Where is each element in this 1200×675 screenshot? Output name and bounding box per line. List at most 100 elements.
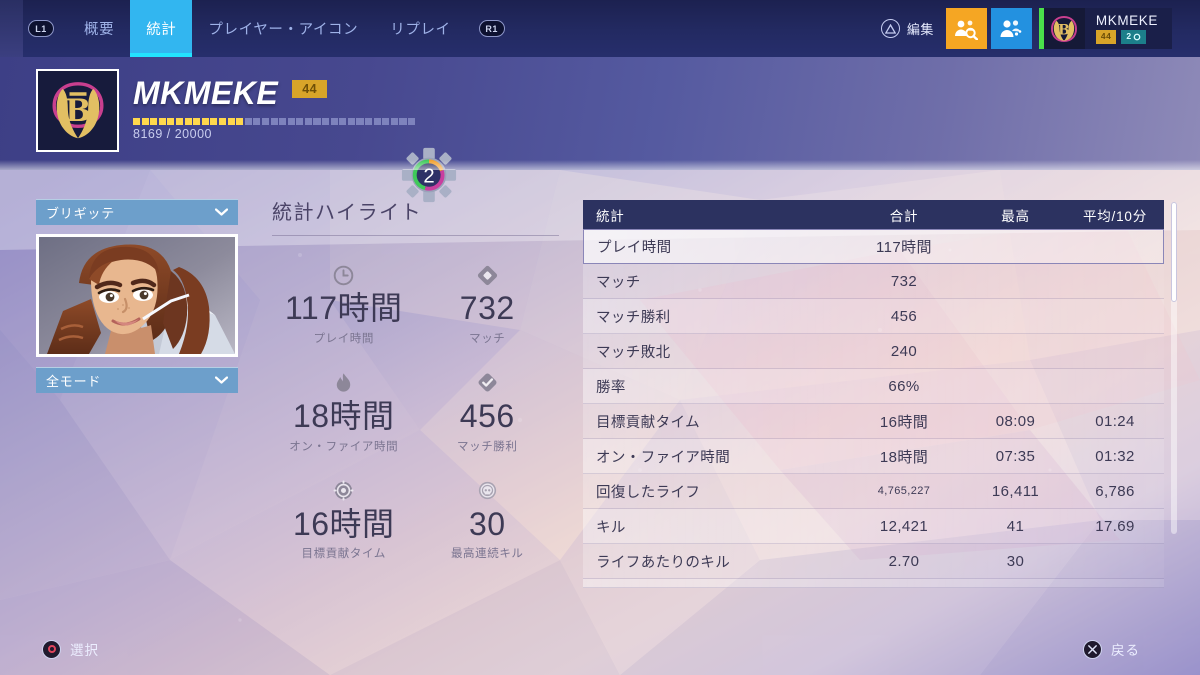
player-card[interactable]: B MKMEKE 44 2 xyxy=(1043,8,1172,49)
player-avatar[interactable]: B xyxy=(36,69,119,152)
diamond-icon xyxy=(476,262,499,288)
stat-highlights-grid: 117時間 プレイ時間 732 マッチ 18時間 オン・ファイア時間 456 マ… xyxy=(272,262,559,561)
table-cell-total: 732 xyxy=(890,272,918,290)
tab-overview[interactable]: 概要 xyxy=(68,0,130,57)
tab-statistics[interactable]: 統計 xyxy=(130,0,193,57)
xp-segment xyxy=(365,118,373,125)
checkmark-icon xyxy=(476,370,499,396)
back-control[interactable]: 戻る xyxy=(1083,639,1140,659)
xp-segment xyxy=(347,118,355,125)
xp-bar xyxy=(133,118,416,125)
table-cell-stat: ライフあたりのキル xyxy=(596,554,731,571)
player-card-info: MKMEKE 44 2 xyxy=(1095,13,1158,44)
select-control[interactable]: 選択 xyxy=(42,639,99,659)
table-cell-best: 30 xyxy=(1006,552,1025,570)
table-cell-total: 4,765,227 xyxy=(877,485,931,497)
xp-segment xyxy=(279,118,287,125)
highlight-value: 117時間 xyxy=(284,290,403,326)
xp-segment xyxy=(373,118,381,125)
nav-actions: 編集 B MKMEKE 44 2 xyxy=(880,0,1172,57)
table-cell-total: 12,421 xyxy=(879,517,929,535)
bastion-emblem-icon: B xyxy=(1043,8,1085,49)
table-scrollbar[interactable] xyxy=(1171,202,1177,534)
player-banner: B MKMEKE 44 8169 / 20000 2 xyxy=(0,57,1200,203)
highlight-label: マッチ xyxy=(469,332,506,345)
group-add-icon[interactable] xyxy=(990,8,1032,49)
xp-segment xyxy=(390,118,398,125)
highlight-label: 最高連続キル xyxy=(450,548,524,561)
xp-segment xyxy=(133,118,141,125)
highlight-on-fire-time: 18時間 オン・ファイア時間 xyxy=(272,370,416,454)
highlight-label: プレイ時間 xyxy=(313,332,374,345)
highlight-value: 16時間 xyxy=(292,505,395,542)
table-row[interactable]: マッチ 732 xyxy=(583,264,1164,299)
edit-button[interactable]: 編集 xyxy=(880,19,934,38)
table-row[interactable]: オン・ファイア時間 18時間 07:35 01:32 xyxy=(583,439,1164,474)
mode-dropdown[interactable]: 全モード xyxy=(36,367,238,393)
xp-text: 8169 / 20000 xyxy=(133,127,212,141)
highlight-objective-time: 16時間 目標貢献タイム xyxy=(272,478,416,562)
xp-segment xyxy=(408,118,416,125)
xp-segment xyxy=(339,118,347,125)
table-row[interactable]: 回復したライフ 4,765,227 16,411 6,786 xyxy=(583,474,1164,509)
endorsement-gear-icon xyxy=(1133,33,1141,41)
table-cell-best: 08:09 xyxy=(995,412,1036,430)
tab-replay[interactable]: リプレイ xyxy=(374,0,466,57)
table-row[interactable]: キル 12,421 41 17.69 xyxy=(583,509,1164,544)
xp-segment xyxy=(382,118,390,125)
hero-portrait xyxy=(36,234,238,357)
table-cell-total: 240 xyxy=(890,342,918,360)
xp-segment xyxy=(158,118,166,125)
player-card-badges: 44 2 xyxy=(1095,30,1158,44)
xp-segment xyxy=(399,118,407,125)
highlight-label: オン・ファイア時間 xyxy=(289,440,399,453)
hero-filter-panel: ブリギッテ 全モード xyxy=(36,199,238,393)
stat-highlights-panel: 統計ハイライト 117時間 プレイ時間 732 マッチ 18時間 オン・ファイア… xyxy=(272,196,559,561)
stat-highlights-divider xyxy=(272,235,559,236)
chevron-down-icon-mode xyxy=(215,376,228,384)
table-cell-best: 16,411 xyxy=(991,482,1040,500)
clock-icon xyxy=(332,262,355,288)
player-card-name: MKMEKE xyxy=(1095,13,1158,29)
highlight-games-won: 456 マッチ勝利 xyxy=(416,370,560,454)
table-cell-total: 117時間 xyxy=(875,239,932,256)
xp-segment xyxy=(193,118,201,125)
xp-segment xyxy=(356,118,364,125)
table-scrollbar-thumb[interactable] xyxy=(1171,202,1177,302)
column-header-total: 合計 xyxy=(889,208,919,224)
table-cell-stat: マッチ xyxy=(596,274,641,291)
xp-segment xyxy=(201,118,209,125)
table-cell-total: 18時間 xyxy=(879,448,929,466)
highlight-time-played: 117時間 プレイ時間 xyxy=(272,262,416,346)
column-header-best: 最高 xyxy=(1001,208,1030,224)
svg-text:B: B xyxy=(1059,22,1070,38)
endorsement-chip-value: 2 xyxy=(1126,31,1132,42)
table-row-partial xyxy=(583,579,1164,588)
hero-dropdown[interactable]: ブリギッテ xyxy=(36,199,238,225)
table-row[interactable]: 目標貢献タイム 16時間 08:09 01:24 xyxy=(583,404,1164,439)
xp-segment xyxy=(296,118,304,125)
group-search-icon[interactable] xyxy=(945,8,987,49)
table-cell-avg: 6,786 xyxy=(1095,482,1135,500)
highlight-label: マッチ勝利 xyxy=(457,440,518,453)
tab-player-icons[interactable]: プレイヤー・アイコン xyxy=(192,0,374,57)
xp-segment xyxy=(184,118,192,125)
banner-player-info: MKMEKE 44 8169 / 20000 xyxy=(133,77,416,141)
table-cell-stat: マッチ敗北 xyxy=(596,344,671,361)
table-row[interactable]: マッチ勝利 456 xyxy=(583,299,1164,334)
table-row[interactable]: マッチ敗北 240 xyxy=(583,334,1164,369)
chevron-down-icon xyxy=(215,208,228,216)
table-cell-stat: 回復したライフ xyxy=(596,484,701,501)
xp-segment xyxy=(227,118,235,125)
table-cell-best: 07:35 xyxy=(995,447,1036,465)
highlight-games-played: 732 マッチ xyxy=(416,262,560,346)
top-navigation-bar: L1 概要 統計 プレイヤー・アイコン リプレイ R1 編集 B MKMEKE … xyxy=(0,0,1200,57)
table-row[interactable]: プレイ時間 117時間 xyxy=(583,229,1164,264)
table-row[interactable]: 勝率 66% xyxy=(583,369,1164,404)
xp-segment xyxy=(236,118,244,125)
xp-segment xyxy=(322,118,330,125)
cross-button-icon xyxy=(1083,639,1102,659)
highlight-value: 18時間 xyxy=(292,397,395,434)
table-row[interactable]: ライフあたりのキル 2.70 30 xyxy=(583,544,1164,579)
stats-table-header: 統計 合計 最高 平均/10分 xyxy=(583,200,1164,229)
